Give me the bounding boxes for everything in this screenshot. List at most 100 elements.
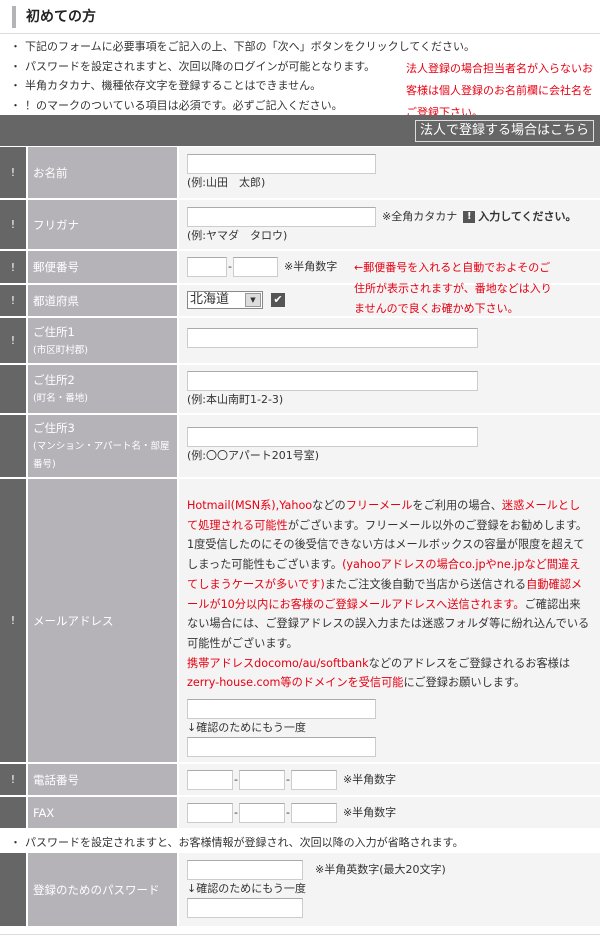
email-confirm-input[interactable]	[187, 737, 376, 757]
row-addr1: ! ご住所1 (市区町村郡)	[0, 318, 600, 365]
row-addr3: ご住所3 (マンション・アパート名・部屋番号) (例:〇〇アパート201号室)	[0, 415, 600, 479]
zip1-input[interactable]	[187, 257, 227, 277]
address3-hint: (例:〇〇アパート201号室)	[187, 449, 320, 462]
address2-input[interactable]	[187, 371, 478, 391]
name-input[interactable]	[187, 154, 376, 174]
instruction-item: 下記のフォームに必要事項をご記入の上、下部の「次へ」ボタンをクリックしてください…	[10, 37, 475, 57]
email-notice-text: またご注文後自動で当店から送信される	[324, 577, 527, 591]
email-notice-text: にご登録お願いします。	[403, 676, 526, 690]
address3-input[interactable]	[187, 427, 478, 447]
tel2-input[interactable]	[238, 770, 285, 790]
separator: -	[234, 773, 238, 786]
zip-note: ※半角数字	[283, 260, 338, 273]
label-pref: 都道府県	[28, 285, 179, 316]
fax1-input[interactable]	[187, 803, 233, 823]
email-notice-highlight: zerry-house.com等のドメインを受信可能	[187, 676, 404, 690]
prefecture-select[interactable]: 北海道 ▼	[187, 291, 263, 309]
label-addr1: ご住所1 (市区町村郡)	[28, 318, 179, 363]
selected-value: 北海道	[190, 292, 230, 307]
password-confirm-input[interactable]	[187, 898, 303, 918]
form-header-bar: 法人で登録する場合はこちら	[0, 115, 600, 146]
kana-warning: 入力してください。	[478, 210, 577, 223]
row-addr2: ご住所2 (町名・番地) (例:本山南町1-2-3)	[0, 365, 600, 415]
email-notice-highlight: 携帯アドレスdocomo/au/softbank	[187, 656, 369, 670]
required-mark: !	[0, 318, 28, 363]
kana-hint: (例:ヤマダ タロウ)	[187, 229, 288, 242]
label-sub: (市区町村郡)	[33, 344, 88, 356]
email-notice-text: などのアドレスをご登録されるお客様は	[368, 656, 571, 670]
password-confirm-label: ↓確認のためにもう一度	[187, 882, 306, 895]
mark-empty	[0, 415, 28, 477]
label-text: 都道府県	[33, 293, 79, 308]
label-text: ご住所3	[33, 421, 75, 435]
address1-input[interactable]	[187, 328, 478, 348]
password-input[interactable]	[187, 860, 303, 880]
zip2-input[interactable]	[232, 257, 278, 277]
fax-note: ※半角数字	[342, 806, 397, 819]
separator: -	[234, 806, 238, 819]
email-input[interactable]	[187, 699, 376, 719]
separator: -	[285, 773, 290, 786]
address2-hint: (例:本山南町1-2-3)	[187, 393, 284, 406]
email-notice-highlight: Hotmail(MSN系),Yahoo	[187, 499, 313, 512]
label-text: 登録のためのパスワード	[33, 882, 160, 897]
required-mark: !	[0, 251, 28, 283]
row-fax: FAX - - ※半角数字	[0, 797, 600, 830]
required-mark: !	[0, 764, 28, 795]
footer-divider	[0, 934, 600, 935]
row-tel: ! 電話番号 - - ※半角数字	[0, 764, 600, 797]
label-zip: 郵便番号	[28, 251, 179, 283]
fax2-input[interactable]	[238, 803, 285, 823]
email-notice-text: などの	[312, 499, 346, 512]
corporate-register-button[interactable]: 法人で登録する場合はこちら	[414, 120, 594, 142]
kana-input[interactable]	[187, 207, 376, 227]
separator: -	[285, 806, 290, 819]
label-kana: フリガナ	[28, 200, 179, 249]
required-mark: !	[0, 200, 28, 249]
tel3-input[interactable]	[290, 770, 337, 790]
mark-empty	[0, 853, 28, 926]
required-mark: !	[0, 147, 28, 198]
tel1-input[interactable]	[187, 770, 233, 790]
label-text: 郵便番号	[33, 260, 79, 274]
label-text: 電話番号	[33, 772, 79, 787]
row-kana: ! フリガナ ※全角カタカナ! 入力してください。 (例:ヤマダ タロウ)	[0, 200, 600, 251]
label-text: お名前	[33, 165, 68, 180]
label-text: FAX	[33, 805, 55, 820]
title-divider	[0, 33, 600, 34]
label-text: ご住所1	[33, 324, 75, 339]
page-title: 初めての方	[12, 6, 96, 28]
chevron-down-icon: ▼	[245, 293, 261, 307]
email-notice-highlight: フリーメール	[345, 499, 413, 512]
label-tel: 電話番号	[28, 764, 179, 795]
check-icon: ✔	[271, 293, 285, 307]
label-text: ご住所2	[33, 373, 75, 387]
row-email: ! メールアドレス Hotmail(MSN系),Yahooなどのフリーメールをご…	[0, 479, 600, 764]
fax3-input[interactable]	[290, 803, 337, 823]
row-name: ! お名前 (例:山田 太郎)	[0, 147, 600, 200]
required-mark: !	[0, 479, 28, 762]
label-addr2: ご住所2 (町名・番地)	[28, 365, 179, 413]
required-mark: !	[0, 285, 28, 316]
warning-icon: !	[463, 211, 476, 223]
row-password: 登録のためのパスワード ※半角英数字(最大20文字) ↓確認のためにもう一度	[0, 853, 600, 926]
mark-empty	[0, 797, 28, 828]
password-note: パスワードを設定されますと、お客様情報が登録され、次回以降の入力が省略されます。	[10, 834, 464, 852]
label-fax: FAX	[28, 797, 179, 828]
label-sub: (町名・番地)	[33, 393, 88, 404]
name-hint: (例:山田 太郎)	[187, 176, 266, 189]
password-note-inline: ※半角英数字(最大20文字)	[315, 863, 446, 876]
separator: -	[228, 260, 232, 273]
mark-empty	[0, 365, 28, 413]
label-text: メールアドレス	[33, 613, 114, 628]
label-sub: (マンション・アパート名・部屋番号)	[33, 441, 170, 470]
email-notice-text: をご利用の場合、	[412, 499, 502, 512]
email-confirm-label: ↓確認のためにもう一度	[187, 721, 306, 734]
email-notice: Hotmail(MSN系),Yahooなどのフリーメールをご利用の場合、迷惑メー…	[187, 486, 590, 693]
tel-note: ※半角数字	[342, 773, 397, 786]
label-addr3: ご住所3 (マンション・アパート名・部屋番号)	[28, 415, 179, 477]
label-name: お名前	[28, 147, 179, 198]
label-email: メールアドレス	[28, 479, 179, 762]
label-text: フリガナ	[33, 217, 79, 232]
zip-auto-note: ←郵便番号を入れると自動でおよそのご住所が表示されますが、番地などは入りませんの…	[354, 261, 552, 315]
